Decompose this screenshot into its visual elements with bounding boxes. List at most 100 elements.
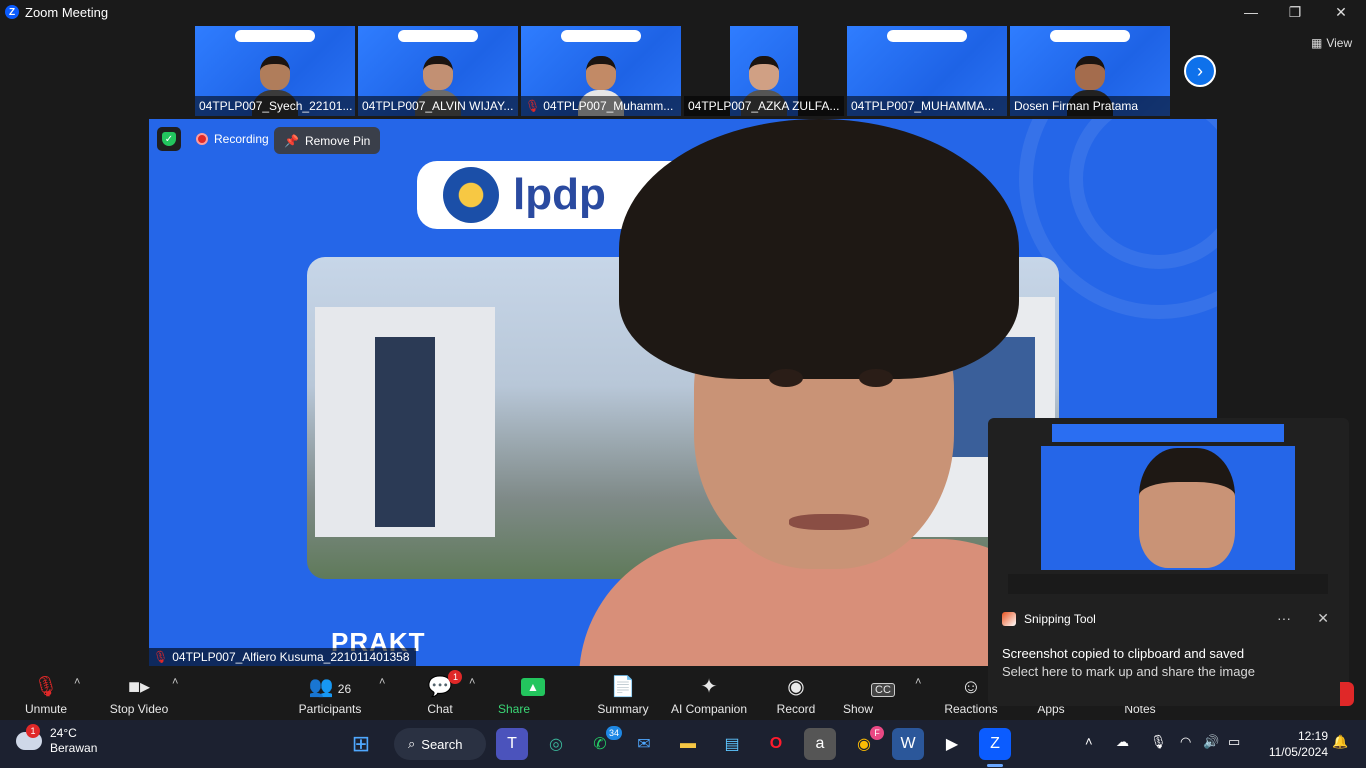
participant-tile[interactable]: 04TPLP007_ALVIN WIJAY... bbox=[358, 26, 518, 116]
summary-icon: 📄 bbox=[610, 676, 636, 698]
captions-options-caret[interactable]: ˄ bbox=[915, 676, 921, 688]
weather-widget[interactable]: 1 24°C Berawan bbox=[16, 724, 97, 756]
zoom-taskbar-icon[interactable]: Z bbox=[979, 728, 1011, 760]
close-notification-button[interactable]: ✕ bbox=[1317, 610, 1329, 627]
participant-name: Dosen Firman Pratama bbox=[1010, 96, 1170, 116]
chat-button[interactable]: 💬 1 Chat bbox=[424, 670, 463, 718]
mail-icon[interactable]: ✉ bbox=[628, 728, 660, 760]
lpdp-banner bbox=[1050, 30, 1130, 42]
snip-preview-image[interactable] bbox=[988, 418, 1349, 598]
remove-pin-button[interactable]: 📌 Remove Pin bbox=[274, 127, 381, 154]
notification-title: Screenshot copied to clipboard and saved bbox=[1002, 646, 1245, 661]
chat-badge: 1 bbox=[448, 670, 463, 684]
window-title: Zoom Meeting bbox=[25, 4, 109, 20]
participants-icon: 👥 26 bbox=[308, 676, 352, 698]
chrome-icon[interactable]: ◉ F bbox=[848, 726, 884, 760]
participants-button[interactable]: 👥 26 Participants bbox=[298, 670, 362, 718]
time: 12:19 bbox=[1297, 729, 1328, 743]
cloud-sync-icon[interactable]: ☁ bbox=[1116, 734, 1129, 750]
encryption-shield-icon[interactable]: ✓ bbox=[157, 127, 181, 151]
cloud-icon: 1 bbox=[16, 724, 42, 750]
amazon-icon[interactable]: a bbox=[804, 728, 836, 760]
speaker-video bbox=[579, 119, 1079, 666]
leave-button-edge[interactable] bbox=[1340, 682, 1354, 706]
volume-icon[interactable]: 🔊 bbox=[1203, 734, 1219, 750]
teams-icon[interactable]: T bbox=[496, 728, 528, 760]
file-explorer-icon[interactable]: ▬ bbox=[672, 728, 704, 760]
snipping-tool-notification[interactable]: Snipping Tool ··· ✕ Screenshot copied to… bbox=[988, 598, 1349, 706]
view-button[interactable]: ▦ View bbox=[1303, 32, 1360, 54]
recording-label: Recording bbox=[214, 132, 269, 146]
participant-strip: 04TPLP007_Syech_22101... 04TPLP007_ALVIN… bbox=[0, 24, 1366, 118]
participant-tile[interactable]: 🎙 04TPLP007_Muhamm... bbox=[521, 26, 681, 116]
summary-button[interactable]: 📄 Summary bbox=[596, 670, 650, 718]
participant-tile[interactable]: 04TPLP007_MUHAMMA... bbox=[847, 26, 1007, 116]
chat-icon: 💬 1 bbox=[428, 670, 463, 700]
copilot-icon[interactable]: ◎ bbox=[540, 728, 572, 760]
recording-indicator[interactable]: Recording bbox=[188, 127, 277, 151]
weather-badge: 1 bbox=[26, 724, 40, 738]
more-options-button[interactable]: ··· bbox=[1277, 610, 1291, 626]
unmute-button[interactable]: 🎙 Unmute bbox=[22, 670, 70, 718]
snipping-tool-icon bbox=[1002, 612, 1016, 626]
grid-icon: ▦ bbox=[1311, 36, 1323, 50]
record-icon: ◉ bbox=[787, 676, 805, 698]
battery-icon[interactable]: ▭ bbox=[1228, 734, 1240, 750]
participants-count: 26 bbox=[337, 682, 352, 696]
notepad-icon[interactable]: ▤ bbox=[716, 728, 748, 760]
video-options-caret[interactable]: ˄ bbox=[172, 676, 178, 688]
temperature: 24°C bbox=[50, 726, 77, 740]
chrome-badge: F bbox=[870, 726, 884, 740]
search-label: Search bbox=[421, 736, 463, 752]
stop-video-button[interactable]: ■▸ Stop Video bbox=[108, 670, 170, 718]
close-button[interactable]: ✕ bbox=[1318, 0, 1364, 24]
system-clock[interactable]: 12:19 11/05/2024 bbox=[1258, 728, 1328, 760]
chat-options-caret[interactable]: ˄ bbox=[469, 676, 475, 688]
mic-muted-icon: 🎙 bbox=[33, 676, 59, 698]
mic-muted-icon: 🎙 bbox=[153, 650, 169, 664]
wifi-icon[interactable]: ◠ bbox=[1180, 734, 1191, 750]
share-screen-button[interactable]: ▲ Share Screen bbox=[498, 670, 568, 734]
search-icon: ⌕ bbox=[408, 736, 416, 751]
speaker-name-label: 🎙 04TPLP007_Alfiero Kusuma_221011401358 bbox=[149, 648, 416, 666]
show-captions-button[interactable]: CC Show Captions bbox=[843, 670, 923, 734]
start-button[interactable]: ⊞ bbox=[345, 728, 377, 760]
notification-body: Select here to mark up and share the ima… bbox=[1002, 664, 1255, 679]
opera-icon[interactable]: O bbox=[760, 728, 792, 760]
participant-tile[interactable]: Dosen Firman Pratama bbox=[1010, 26, 1170, 116]
participant-name: 04TPLP007_ALVIN WIJAY... bbox=[358, 96, 518, 116]
whatsapp-icon[interactable]: ✆ 34 bbox=[584, 726, 622, 760]
taskbar-search[interactable]: ⌕ Search bbox=[394, 728, 486, 760]
participant-name: 04TPLP007_Syech_22101... bbox=[195, 96, 355, 116]
logo-text: lpdp bbox=[513, 170, 606, 219]
notification-bell-icon[interactable]: 🔔 bbox=[1332, 734, 1348, 750]
pin-icon: 📌 bbox=[284, 133, 299, 148]
participant-tile[interactable]: 04TPLP007_Syech_22101... bbox=[195, 26, 355, 116]
microphone-icon[interactable]: 🎙 bbox=[1150, 734, 1167, 750]
word-icon[interactable]: W bbox=[892, 728, 924, 760]
audio-options-caret[interactable]: ˄ bbox=[74, 676, 80, 688]
date: 11/05/2024 bbox=[1268, 745, 1328, 759]
next-page-button[interactable]: › bbox=[1184, 55, 1216, 87]
sparkle-icon: ✦ bbox=[700, 676, 718, 698]
record-dot-icon bbox=[196, 133, 208, 145]
participant-name: 🎙 04TPLP007_Muhamm... bbox=[521, 96, 681, 116]
media-player-icon[interactable]: ▶ bbox=[936, 728, 968, 760]
minimize-button[interactable]: — bbox=[1228, 0, 1274, 24]
lpdp-banner bbox=[561, 30, 641, 42]
windows-logo-icon: ⊞ bbox=[351, 731, 371, 756]
active-app-indicator bbox=[987, 764, 1003, 767]
smiley-icon: ☺ bbox=[960, 676, 982, 698]
record-button[interactable]: ◉ Record bbox=[776, 670, 816, 718]
ai-companion-button[interactable]: ✦ AI Companion bbox=[670, 670, 748, 718]
participant-tile[interactable]: 04TPLP007_AZKA ZULFA... bbox=[684, 26, 844, 116]
title-bar: Z Zoom Meeting — ❐ ✕ bbox=[0, 0, 1366, 24]
tray-overflow-chevron-icon[interactable]: ˄ bbox=[1085, 734, 1093, 749]
participant-name: 04TPLP007_AZKA ZULFA... bbox=[684, 96, 844, 116]
notification-app-name: Snipping Tool bbox=[1024, 612, 1096, 626]
lpdp-banner bbox=[398, 30, 478, 42]
participants-options-caret[interactable]: ˄ bbox=[379, 676, 385, 688]
whatsapp-badge: 34 bbox=[605, 726, 622, 740]
restore-button[interactable]: ❐ bbox=[1272, 0, 1318, 24]
emblem-icon bbox=[443, 167, 499, 223]
